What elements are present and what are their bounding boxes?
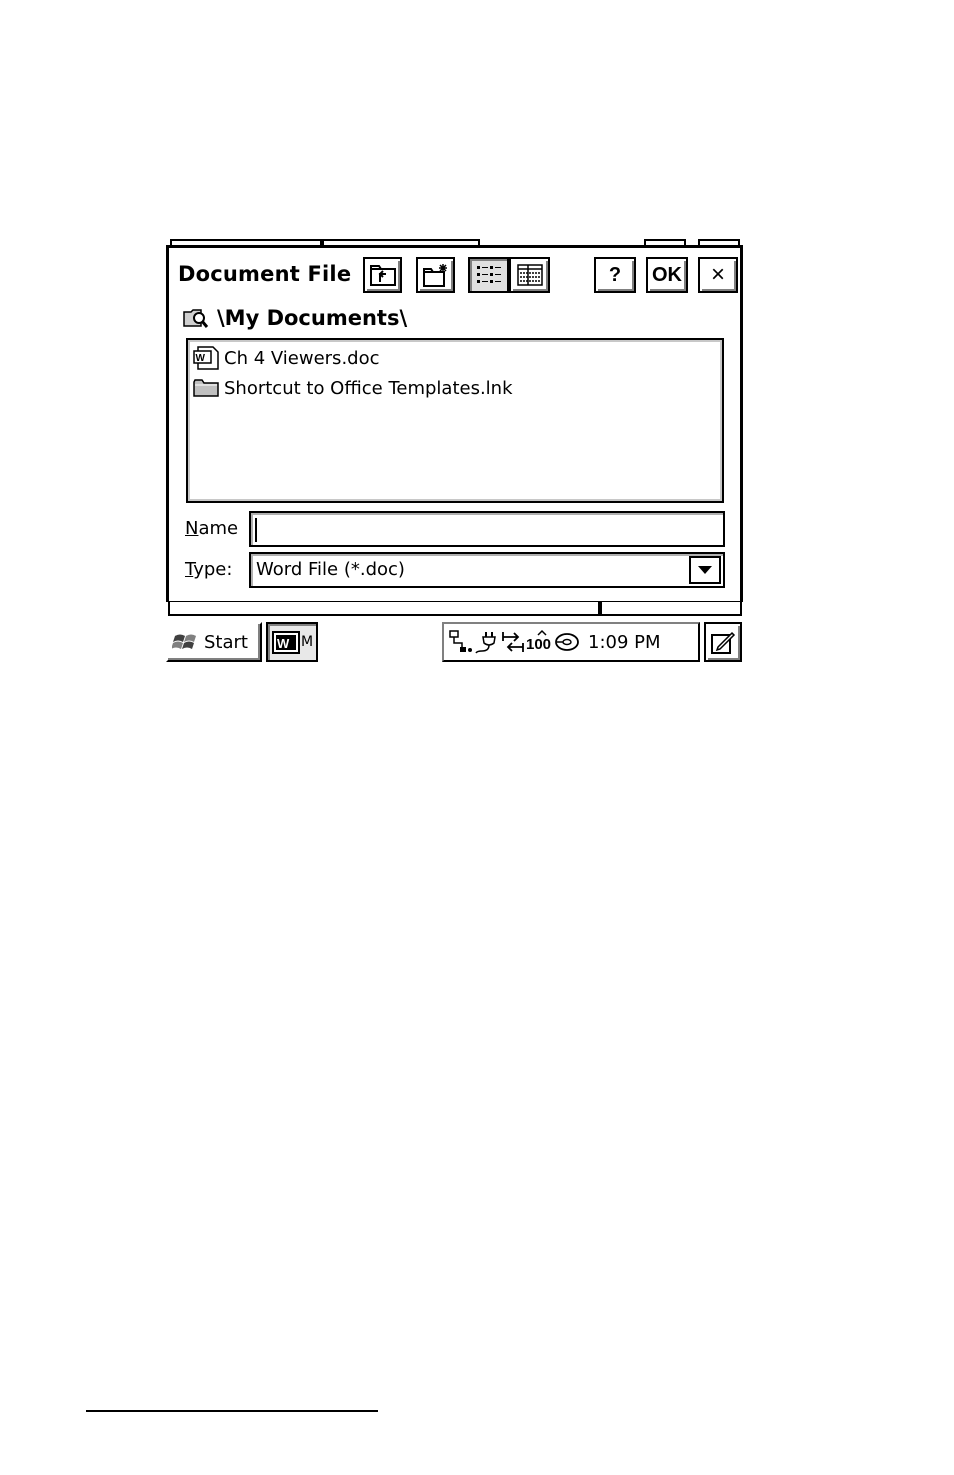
list-view-icon	[476, 266, 501, 283]
file-name: Ch 4 Viewers.doc	[224, 347, 380, 369]
svg-text:100: 100	[526, 636, 551, 653]
list-item[interactable]: W Ch 4 Viewers.doc	[192, 344, 380, 372]
system-tray: 100 1:09 PM	[442, 622, 700, 662]
new-folder-button[interactable]	[416, 257, 455, 293]
taskbar-app-label: M	[301, 634, 314, 650]
dialog-title: Document File	[178, 262, 352, 286]
dropdown-button[interactable]	[689, 556, 721, 584]
close-button[interactable]: ×	[698, 257, 738, 293]
chevron-down-icon	[698, 566, 712, 574]
start-label: Start	[204, 631, 248, 653]
details-view-button[interactable]	[509, 257, 550, 293]
footnote-rule	[86, 1410, 378, 1412]
clock[interactable]: 1:09 PM	[588, 632, 661, 653]
input-panel-icon	[711, 631, 736, 654]
power-plug-icon[interactable]	[474, 629, 500, 655]
network-icon[interactable]	[448, 629, 474, 655]
ok-label: OK	[652, 263, 682, 286]
file-name: Shortcut to Office Templates.lnk	[224, 377, 513, 399]
type-select[interactable]: Word File (*.doc)	[249, 552, 725, 588]
taskbar: Start W M 100 1:09 PM	[166, 618, 743, 664]
ok-button[interactable]: OK	[646, 257, 688, 293]
disk-icon[interactable]	[554, 629, 580, 655]
windows-flag-icon	[172, 634, 196, 649]
word-document-icon: W	[192, 346, 220, 370]
sync-arrows-icon[interactable]	[500, 629, 526, 655]
up-folder-icon	[369, 265, 396, 286]
input-panel-button[interactable]	[704, 622, 742, 662]
type-label: Type:	[185, 559, 233, 580]
file-list[interactable]: W Ch 4 Viewers.doc Shortcut to Office Te…	[186, 338, 724, 503]
bg-bottom-seg-2	[600, 602, 742, 616]
folder-browse-icon	[183, 309, 209, 328]
folder-icon	[192, 376, 220, 400]
up-folder-button[interactable]	[363, 257, 402, 293]
details-view-icon	[516, 264, 543, 286]
type-value: Word File (*.doc)	[256, 559, 405, 580]
word-app-icon: W	[272, 631, 300, 654]
taskbar-app-word[interactable]: W M	[266, 622, 318, 662]
bg-bottom-seg-1	[168, 602, 600, 616]
new-folder-icon	[422, 264, 447, 287]
close-icon: ×	[710, 261, 725, 288]
start-button[interactable]: Start	[166, 622, 262, 662]
text-caret	[255, 518, 257, 542]
list-item[interactable]: Shortcut to Office Templates.lnk	[192, 374, 513, 402]
background-window-bottom	[166, 602, 743, 618]
list-view-button[interactable]	[468, 257, 509, 293]
document-file-dialog: Document File ? OK × \My Documents\ W Ch…	[166, 245, 743, 604]
svg-text:W: W	[196, 353, 206, 364]
help-button[interactable]: ?	[594, 257, 636, 293]
current-path: \My Documents\	[183, 304, 407, 332]
path-text: \My Documents\	[217, 306, 408, 330]
name-input[interactable]	[249, 511, 725, 547]
name-label: Name	[185, 518, 239, 539]
pocket-pc-screen: Document File ? OK × \My Documents\ W Ch…	[166, 234, 743, 664]
svg-text:W: W	[277, 636, 290, 651]
help-icon: ?	[608, 263, 622, 286]
volume-icon[interactable]: 100	[526, 629, 554, 655]
